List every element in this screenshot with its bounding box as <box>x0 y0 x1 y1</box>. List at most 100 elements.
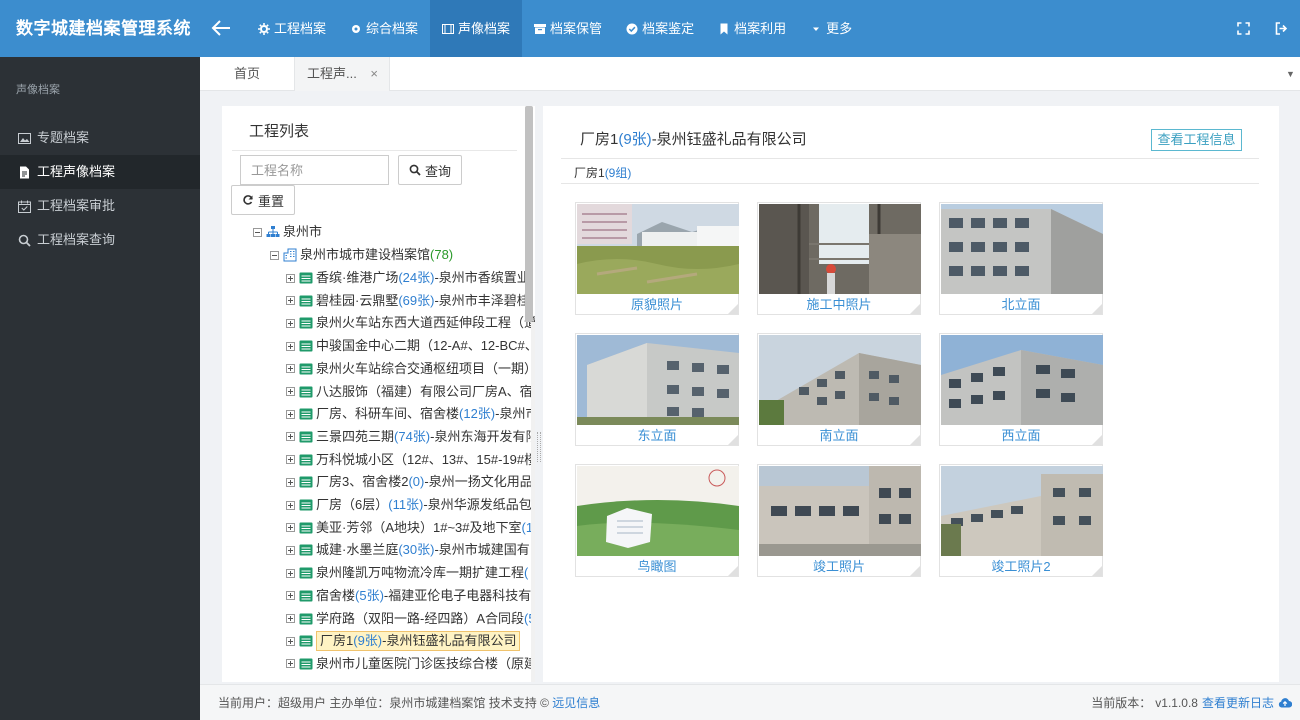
collapse-toggle-icon[interactable] <box>270 250 279 260</box>
photo-card[interactable]: 南立面 <box>757 333 921 446</box>
photo-card[interactable]: 西立面 <box>939 333 1103 446</box>
tree-node-project[interactable]: 厂房3、宿舍楼2(0)-泉州一扬文化用品 <box>286 471 533 493</box>
expand-toggle-icon[interactable] <box>286 432 295 442</box>
expand-toggle-icon[interactable] <box>286 500 295 510</box>
expand-toggle-icon[interactable] <box>286 409 295 419</box>
project-name: 厂房3、宿舍楼2 <box>316 474 409 490</box>
building-icon <box>283 248 297 262</box>
update-log-link[interactable]: 查看更新日志 <box>1202 685 1274 720</box>
card-corner <box>910 566 920 576</box>
photo-caption: 施工中照片 <box>806 297 872 312</box>
card-corner <box>728 566 738 576</box>
expand-toggle-icon[interactable] <box>286 591 295 601</box>
document-icon <box>20 166 29 178</box>
expand-toggle-icon[interactable] <box>286 545 295 555</box>
photo-card[interactable]: 竣工照片2 <box>939 464 1103 577</box>
photo-card[interactable]: 原貌照片 <box>575 202 739 315</box>
refresh-icon <box>243 195 253 205</box>
expand-toggle-icon[interactable] <box>286 636 295 646</box>
tree-node-project[interactable]: 泉州市儿童医院门诊医技综合楼（原建 <box>286 653 535 675</box>
tree-node-text: 宿舍楼(5张)-福建亚伦电子电器科技有 <box>316 585 531 607</box>
tab-project-audiovisual[interactable]: 工程声... × <box>294 57 390 91</box>
expand-toggle-icon[interactable] <box>286 318 295 328</box>
app-title: 数字城建档案管理系统 <box>16 19 191 38</box>
project-photo-count: (69张) <box>398 292 435 308</box>
nav-item-more[interactable]: 更多 <box>798 0 864 57</box>
tab-home[interactable]: 首页 <box>200 57 294 91</box>
expand-toggle-icon[interactable] <box>286 364 295 374</box>
project-name-input[interactable] <box>240 155 389 185</box>
sidebar-item-project-query[interactable]: 工程档案查询 <box>0 223 200 257</box>
tree-node-project[interactable]: 香缤·维港广场(24张)-泉州市香缤置业 <box>286 267 530 289</box>
expand-toggle-icon[interactable] <box>286 341 295 351</box>
org-chart-icon <box>266 226 280 237</box>
version-number: v1.1.0.8 <box>1155 696 1198 710</box>
tree-node-project-selected[interactable]: 厂房1(9张)-泉州钰盛礼品有限公司 <box>286 630 521 652</box>
photo-card[interactable]: 北立面 <box>939 202 1103 315</box>
sidebar-item-topic-archive[interactable]: 专题档案 <box>0 121 200 155</box>
tab-dropdown-icon[interactable]: ▼ <box>1286 57 1300 91</box>
nav-item-archive-storage[interactable]: 档案保管 <box>522 0 614 57</box>
nav-item-general-archive[interactable]: 综合档案 <box>338 0 430 57</box>
expand-toggle-icon[interactable] <box>286 659 295 669</box>
collapse-toggle-icon[interactable] <box>253 227 262 237</box>
completion-photo-2 <box>941 466 1103 556</box>
original-site-photo <box>577 204 739 294</box>
logout-icon[interactable] <box>1262 0 1300 57</box>
photo-card[interactable]: 鸟瞰图 <box>575 464 739 577</box>
sidebar-item-project-audiovisual[interactable]: 工程声像档案 <box>0 155 200 189</box>
tree-node-project[interactable]: 泉州隆凯万吨物流冷库一期扩建工程( <box>286 562 528 584</box>
sidebar-item-project-approval[interactable]: 工程档案审批 <box>0 189 200 223</box>
back-arrow-icon[interactable] <box>208 14 234 42</box>
photo-card[interactable]: 竣工照片 <box>757 464 921 577</box>
expand-toggle-icon[interactable] <box>286 523 295 533</box>
project-name: 泉州火车站东西大道西延伸段工程（道 <box>316 315 535 331</box>
tree-node-project[interactable]: 八达服饰（福建）有限公司厂房A、宿 <box>286 381 533 403</box>
photo-caption: 南立面 <box>819 428 859 443</box>
tree-node-project[interactable]: 泉州火车站综合交通枢纽项目（一期） <box>286 358 535 380</box>
expand-toggle-icon[interactable] <box>286 477 295 487</box>
tree-node-project[interactable]: 碧桂园·云鼎墅(69张)-泉州市丰泽碧桂 <box>286 290 530 312</box>
expand-toggle-icon[interactable] <box>286 568 295 578</box>
query-button[interactable]: 查询 <box>398 155 462 185</box>
tree-node-city[interactable]: 泉州市 <box>253 221 322 243</box>
tree-node-project[interactable]: 泉州火车站东西大道西延伸段工程（道 <box>286 312 535 334</box>
nav-item-project-archive[interactable]: 工程档案 <box>246 0 338 57</box>
top-right-tools <box>1224 0 1300 57</box>
tree-node-project[interactable]: 宿舍楼(5张)-福建亚伦电子电器科技有 <box>286 585 531 607</box>
tree-node-project[interactable]: 学府路（双阳一路-经四路）A合同段(5 <box>286 608 535 630</box>
tree-node-project[interactable]: 美亚·芳邻（A地块）1#~3#及地下室(1 <box>286 517 533 539</box>
cloud-upload-icon[interactable] <box>1278 697 1292 709</box>
tree-node-project[interactable]: 三景四苑三期(74张)-泉州东海开发有限 <box>286 426 535 448</box>
card-corner <box>728 435 738 445</box>
nav-item-audiovisual-archive[interactable]: 声像档案 <box>430 0 523 57</box>
project-company: -泉州一扬文化用品 <box>424 474 533 490</box>
tree-node-project[interactable]: 城建·水墨兰庭(30张)-泉州市城建国有 <box>286 539 530 561</box>
project-name: 厂房、科研车间、宿舍楼 <box>316 406 460 422</box>
expand-toggle-icon[interactable] <box>286 296 295 306</box>
reset-button[interactable]: 重置 <box>231 185 295 215</box>
sidebar: 声像档案 专题档案 工程声像档案 工程档案审批 工程档案查询 <box>0 57 200 720</box>
tab-close-icon[interactable]: × <box>370 57 378 91</box>
tree-node-project[interactable]: 厂房、科研车间、宿舍楼(12张)-泉州市 <box>286 403 535 425</box>
tree-node-archive-hall[interactable]: 泉州市城市建设档案馆(78) <box>270 244 453 266</box>
photo-card[interactable]: 东立面 <box>575 333 739 446</box>
tree-node-project[interactable]: 中骏国金中心二期（12-A#、12-BC#、 <box>286 335 535 357</box>
expand-toggle-icon[interactable] <box>286 273 295 283</box>
expand-toggle-icon[interactable] <box>286 387 295 396</box>
expand-toggle-icon[interactable] <box>286 614 295 623</box>
tech-support-link[interactable]: 远见信息 <box>552 696 600 710</box>
expand-toggle-icon[interactable] <box>286 455 295 465</box>
fullscreen-icon[interactable] <box>1224 0 1262 57</box>
tree-scrollbar-track[interactable] <box>531 322 535 682</box>
nav-item-archive-appraisal[interactable]: 档案鉴定 <box>614 0 706 57</box>
tree-node-project[interactable]: 万科悦城小区（12#、13#、15#-19#楼 <box>286 449 535 471</box>
construction-photo <box>759 204 921 294</box>
tree-scrollbar-thumb[interactable] <box>525 106 533 322</box>
panel-splitter-handle[interactable] <box>537 432 541 462</box>
photo-card[interactable]: 施工中照片 <box>757 202 921 315</box>
nav-item-archive-utilization[interactable]: 档案利用 <box>706 0 798 57</box>
view-project-info-button[interactable]: 查看工程信息 <box>1151 129 1242 151</box>
project-company: -泉州东海开发有限 <box>430 428 535 444</box>
tree-node-project[interactable]: 厂房（6层）(11张)-泉州华源发纸品包 <box>286 494 532 516</box>
